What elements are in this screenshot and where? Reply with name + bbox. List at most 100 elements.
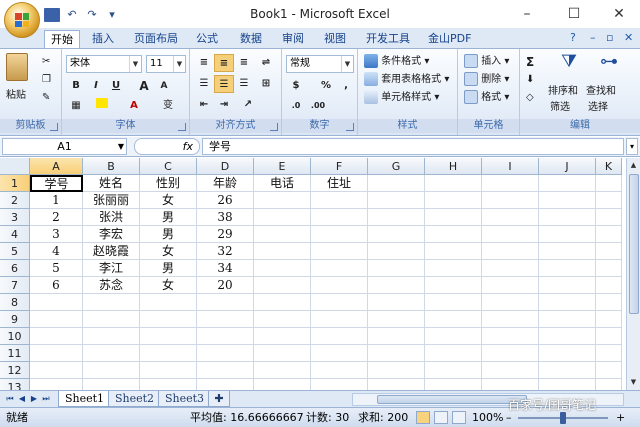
row-header-9[interactable]: 9 bbox=[0, 311, 30, 328]
select-all-button[interactable] bbox=[0, 158, 30, 175]
cell-h8[interactable] bbox=[425, 294, 482, 311]
cell-k1[interactable] bbox=[596, 175, 622, 192]
align-bottom-icon[interactable]: ≡ bbox=[234, 54, 254, 72]
grow-font-button[interactable]: A bbox=[134, 77, 154, 95]
cell-d12[interactable] bbox=[197, 362, 254, 379]
copy-icon[interactable]: ❐ bbox=[42, 71, 51, 89]
ribbon-close-button[interactable]: ✕ bbox=[624, 31, 633, 44]
cell-k8[interactable] bbox=[596, 294, 622, 311]
cell-i1[interactable] bbox=[482, 175, 539, 192]
cell-j2[interactable] bbox=[539, 192, 596, 209]
row-header-13[interactable]: 13 bbox=[0, 379, 30, 390]
row-header-6[interactable]: 6 bbox=[0, 260, 30, 277]
cell-a13[interactable] bbox=[30, 379, 83, 390]
cell-i2[interactable] bbox=[482, 192, 539, 209]
cell-j5[interactable] bbox=[539, 243, 596, 260]
cell-f4[interactable] bbox=[311, 226, 368, 243]
cell-h1[interactable] bbox=[425, 175, 482, 192]
tab-kingsoft-pdf[interactable]: 金山PDF bbox=[422, 30, 477, 48]
cell-f6[interactable] bbox=[311, 260, 368, 277]
cell-c3[interactable]: 男 bbox=[140, 209, 197, 226]
font-name-combo[interactable]: 宋体 ▼ bbox=[66, 55, 142, 73]
cell-e7[interactable] bbox=[254, 277, 311, 294]
tab-page-layout[interactable]: 页面布局 bbox=[128, 30, 184, 48]
cell-i9[interactable] bbox=[482, 311, 539, 328]
cell-b13[interactable] bbox=[83, 379, 140, 390]
column-header-g[interactable]: G bbox=[368, 158, 425, 175]
cell-k13[interactable] bbox=[596, 379, 622, 390]
cell-e8[interactable] bbox=[254, 294, 311, 311]
insert-cells-button[interactable]: 插入 ▾ bbox=[464, 53, 509, 71]
cell-e4[interactable] bbox=[254, 226, 311, 243]
phonetic-button[interactable]: 变 bbox=[158, 97, 178, 115]
office-button[interactable] bbox=[4, 2, 40, 38]
cell-c6[interactable]: 男 bbox=[140, 260, 197, 277]
cell-f1[interactable]: 住址 bbox=[311, 175, 368, 192]
tab-formulas[interactable]: 公式 bbox=[190, 30, 224, 48]
cell-c4[interactable]: 男 bbox=[140, 226, 197, 243]
cell-i10[interactable] bbox=[482, 328, 539, 345]
cell-h5[interactable] bbox=[425, 243, 482, 260]
scroll-up-icon[interactable]: ▲ bbox=[627, 159, 640, 172]
italic-button[interactable]: I bbox=[86, 77, 106, 95]
font-launcher-icon[interactable] bbox=[178, 123, 186, 131]
formula-input[interactable]: 学号 bbox=[202, 138, 624, 155]
cell-e5[interactable] bbox=[254, 243, 311, 260]
cell-b9[interactable] bbox=[83, 311, 140, 328]
cell-d2[interactable]: 26 bbox=[197, 192, 254, 209]
number-format-combo[interactable]: 常规 ▼ bbox=[286, 55, 354, 73]
row-header-5[interactable]: 5 bbox=[0, 243, 30, 260]
cell-c8[interactable] bbox=[140, 294, 197, 311]
horizontal-scroll-thumb[interactable] bbox=[377, 395, 527, 404]
increase-indent-icon[interactable]: ⇥ bbox=[214, 96, 234, 114]
cell-i11[interactable] bbox=[482, 345, 539, 362]
cell-j1[interactable] bbox=[539, 175, 596, 192]
align-left-icon[interactable]: ☰ bbox=[194, 75, 214, 93]
cell-e2[interactable] bbox=[254, 192, 311, 209]
cell-styles-button[interactable]: 单元格样式 ▾ bbox=[364, 89, 439, 107]
cell-j10[interactable] bbox=[539, 328, 596, 345]
font-color-icon[interactable]: A bbox=[124, 97, 144, 115]
cell-g7[interactable] bbox=[368, 277, 425, 294]
shrink-font-button[interactable]: A bbox=[154, 77, 174, 95]
cell-f5[interactable] bbox=[311, 243, 368, 260]
name-box[interactable]: A1 ▼ bbox=[2, 138, 127, 155]
cell-b1[interactable]: 姓名 bbox=[83, 175, 140, 192]
cell-a5[interactable]: 4 bbox=[30, 243, 83, 260]
cell-b2[interactable]: 张丽丽 bbox=[83, 192, 140, 209]
column-header-j[interactable]: J bbox=[539, 158, 596, 175]
cell-c5[interactable]: 女 bbox=[140, 243, 197, 260]
format-painter-icon[interactable]: ✎ bbox=[42, 89, 50, 107]
clear-icon[interactable]: ◇ bbox=[526, 89, 534, 107]
cell-d4[interactable]: 29 bbox=[197, 226, 254, 243]
cell-c11[interactable] bbox=[140, 345, 197, 362]
cell-k3[interactable] bbox=[596, 209, 622, 226]
minimize-button[interactable]: – bbox=[504, 0, 550, 30]
cell-k5[interactable] bbox=[596, 243, 622, 260]
fill-color-icon[interactable] bbox=[92, 97, 112, 115]
cell-h13[interactable] bbox=[425, 379, 482, 390]
format-as-table-button[interactable]: 套用表格格式 ▾ bbox=[364, 71, 449, 89]
cell-i3[interactable] bbox=[482, 209, 539, 226]
cell-k6[interactable] bbox=[596, 260, 622, 277]
column-header-c[interactable]: C bbox=[140, 158, 197, 175]
page-break-view-icon[interactable] bbox=[452, 411, 466, 424]
cell-b4[interactable]: 李宏 bbox=[83, 226, 140, 243]
cell-f7[interactable] bbox=[311, 277, 368, 294]
format-cells-button[interactable]: 格式 ▾ bbox=[464, 89, 509, 107]
cell-k11[interactable] bbox=[596, 345, 622, 362]
bold-button[interactable]: B bbox=[66, 77, 86, 95]
cell-a11[interactable] bbox=[30, 345, 83, 362]
cell-d3[interactable]: 38 bbox=[197, 209, 254, 226]
conditional-format-button[interactable]: 条件格式 ▾ bbox=[364, 53, 429, 71]
cell-a8[interactable] bbox=[30, 294, 83, 311]
cell-i13[interactable] bbox=[482, 379, 539, 390]
cell-j6[interactable] bbox=[539, 260, 596, 277]
row-header-2[interactable]: 2 bbox=[0, 192, 30, 209]
column-header-d[interactable]: D bbox=[197, 158, 254, 175]
cell-e12[interactable] bbox=[254, 362, 311, 379]
decrease-decimal-icon[interactable]: .00 bbox=[308, 97, 328, 115]
sheet-tab-1[interactable]: Sheet1 bbox=[58, 391, 112, 407]
column-header-h[interactable]: H bbox=[425, 158, 482, 175]
cell-g13[interactable] bbox=[368, 379, 425, 390]
